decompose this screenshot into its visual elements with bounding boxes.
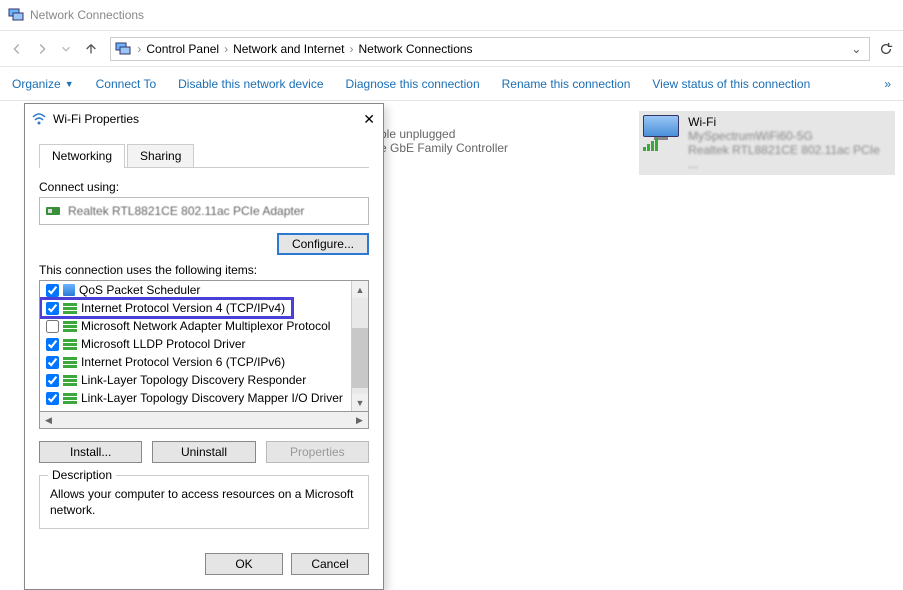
crumb-network-internet[interactable]: Network and Internet <box>230 42 347 56</box>
adapter-status: ble unplugged <box>380 127 627 141</box>
list-item[interactable]: Microsoft LLDP Protocol Driver <box>40 335 351 353</box>
scroll-down-icon[interactable]: ▼ <box>352 394 368 411</box>
list-item[interactable]: Link-Layer Topology Discovery Mapper I/O… <box>40 389 351 407</box>
cancel-button[interactable]: Cancel <box>291 553 369 575</box>
adapter-ssid: MySpectrumWiFi60-5G <box>688 129 891 143</box>
adapter-name: Wi-Fi <box>688 115 891 129</box>
protocol-icon <box>63 393 77 403</box>
window-title: Network Connections <box>30 8 144 22</box>
item-label: Internet Protocol Version 4 (TCP/IPv4) <box>81 301 285 315</box>
adapter-device: e GbE Family Controller <box>380 141 627 155</box>
nav-row: › Control Panel › Network and Internet ›… <box>0 31 903 67</box>
item-checkbox[interactable] <box>46 320 59 333</box>
more-commands-icon[interactable]: » <box>884 77 891 91</box>
chevron-right-icon: › <box>222 42 230 56</box>
command-toolbar: Organize▼ Connect To Disable this networ… <box>0 67 903 101</box>
uninstall-button[interactable]: Uninstall <box>152 441 255 463</box>
description-legend: Description <box>48 468 116 482</box>
disable-device-button[interactable]: Disable this network device <box>178 77 323 91</box>
items-listbox[interactable]: QoS Packet Scheduler Internet Protocol Ve… <box>39 280 369 412</box>
service-icon <box>63 284 75 296</box>
organize-menu[interactable]: Organize▼ <box>12 77 74 91</box>
scroll-up-icon[interactable]: ▲ <box>352 281 368 298</box>
dialog-title-bar[interactable]: Wi-Fi Properties ✕ <box>25 104 383 134</box>
forward-button[interactable] <box>33 37 52 61</box>
tab-networking[interactable]: Networking <box>39 144 125 167</box>
item-checkbox[interactable] <box>46 338 59 351</box>
list-item[interactable]: Microsoft Network Adapter Multiplexor Pr… <box>40 317 351 335</box>
chevron-right-icon: › <box>135 42 143 56</box>
list-item[interactable]: QoS Packet Scheduler <box>40 281 351 299</box>
breadcrumb[interactable]: › Control Panel › Network and Internet ›… <box>110 37 870 61</box>
item-label: Link-Layer Topology Discovery Mapper I/O… <box>81 391 343 405</box>
scroll-left-icon[interactable]: ◀ <box>40 412 57 428</box>
wifi-adapter-icon <box>643 115 681 145</box>
scrollbar-thumb[interactable] <box>352 328 368 388</box>
description-text: Allows your computer to access resources… <box>50 486 358 518</box>
tab-strip: Networking Sharing <box>39 144 369 168</box>
item-label: Internet Protocol Version 6 (TCP/IPv6) <box>81 355 285 369</box>
item-label: Microsoft LLDP Protocol Driver <box>81 337 246 351</box>
item-checkbox[interactable] <box>46 284 59 297</box>
chevron-down-icon: ▼ <box>65 79 74 89</box>
scroll-right-icon[interactable]: ▶ <box>351 412 368 428</box>
dialog-title: Wi-Fi Properties <box>53 112 139 126</box>
close-button[interactable]: ✕ <box>363 111 375 128</box>
list-item[interactable]: Internet Protocol Version 4 (TCP/IPv4) <box>40 299 351 317</box>
protocol-icon <box>63 339 77 349</box>
list-item[interactable]: Link-Layer Topology Discovery Responder <box>40 371 351 389</box>
address-dropdown[interactable]: ⌄ <box>847 42 865 56</box>
item-label: Microsoft Network Adapter Multiplexor Pr… <box>81 319 330 333</box>
crumb-control-panel[interactable]: Control Panel <box>143 42 222 56</box>
description-group: Description Allows your computer to acce… <box>39 475 369 529</box>
install-button[interactable]: Install... <box>39 441 142 463</box>
protocol-icon <box>63 321 77 331</box>
horizontal-scrollbar[interactable]: ◀ ▶ <box>39 412 369 429</box>
protocol-icon <box>63 303 77 313</box>
item-checkbox[interactable] <box>46 374 59 387</box>
vertical-scrollbar[interactable]: ▲ ▼ <box>351 281 368 411</box>
list-item[interactable]: Internet Protocol Version 6 (TCP/IPv6) <box>40 353 351 371</box>
diagnose-button[interactable]: Diagnose this connection <box>346 77 480 91</box>
connect-to-button[interactable]: Connect To <box>96 77 157 91</box>
protocol-icon <box>63 357 77 367</box>
wifi-properties-dialog: Wi-Fi Properties ✕ Networking Sharing Co… <box>24 103 384 590</box>
wifi-icon <box>31 111 47 127</box>
protocol-icon <box>63 375 77 385</box>
item-label: Link-Layer Topology Discovery Responder <box>81 373 306 387</box>
crumb-network-connections[interactable]: Network Connections <box>356 42 476 56</box>
tab-sharing[interactable]: Sharing <box>127 144 194 167</box>
chevron-right-icon: › <box>348 42 356 56</box>
item-checkbox[interactable] <box>46 302 59 315</box>
adapter-device: Realtek RTL8821CE 802.11ac PCIe ... <box>688 143 891 171</box>
refresh-button[interactable] <box>876 37 895 61</box>
item-checkbox[interactable] <box>46 356 59 369</box>
connect-using-label: Connect using: <box>39 180 369 194</box>
ok-button[interactable]: OK <box>205 553 283 575</box>
folder-icon <box>115 41 131 57</box>
window-title-bar: Network Connections <box>0 0 903 31</box>
recent-dropdown[interactable] <box>57 37 76 61</box>
configure-button[interactable]: Configure... <box>277 233 369 255</box>
adapter-ethernet-partial[interactable]: ble unplugged e GbE Family Controller <box>380 111 627 155</box>
adapter-name-text: Realtek RTL8821CE 802.11ac PCIe Adapter <box>68 204 304 218</box>
up-button[interactable] <box>82 37 101 61</box>
nic-icon <box>46 205 62 217</box>
items-label: This connection uses the following items… <box>39 263 369 277</box>
item-checkbox[interactable] <box>46 392 59 405</box>
adapter-wifi[interactable]: Wi-Fi MySpectrumWiFi60-5G Realtek RTL882… <box>639 111 895 175</box>
item-label: QoS Packet Scheduler <box>79 283 200 297</box>
properties-button[interactable]: Properties <box>266 441 369 463</box>
rename-button[interactable]: Rename this connection <box>502 77 631 91</box>
adapter-list: ble unplugged e GbE Family Controller Wi… <box>380 111 895 175</box>
network-app-icon <box>8 7 24 23</box>
adapter-field[interactable]: Realtek RTL8821CE 802.11ac PCIe Adapter <box>39 197 369 225</box>
view-status-button[interactable]: View status of this connection <box>652 77 810 91</box>
main-area: ble unplugged e GbE Family Controller Wi… <box>0 101 903 563</box>
back-button[interactable] <box>8 37 27 61</box>
